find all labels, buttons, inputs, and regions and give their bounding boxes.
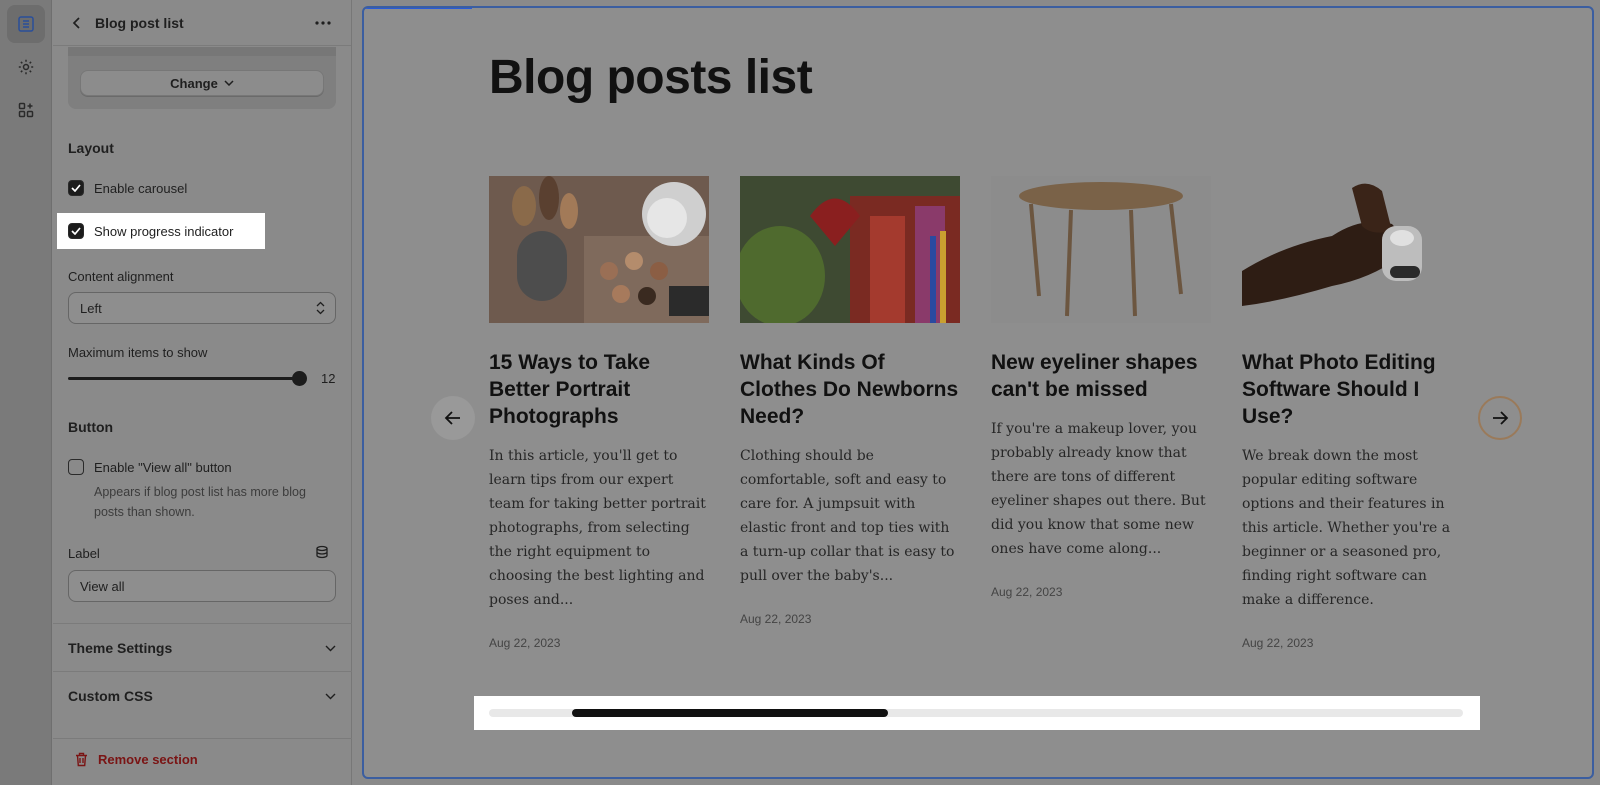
enable-carousel-label: Enable carousel <box>94 180 188 196</box>
change-button[interactable]: Change <box>80 70 324 96</box>
earbuds-hand-image[interactable] <box>1242 176 1462 323</box>
divider <box>53 738 352 739</box>
makeup-brushes-image[interactable] <box>489 176 709 323</box>
sections-icon[interactable] <box>7 5 45 43</box>
carousel-prev-button[interactable] <box>431 396 475 440</box>
content-alignment-value: Left <box>80 300 102 316</box>
wooden-table-image[interactable] <box>991 176 1211 323</box>
post-title[interactable]: New eyeliner shapes can't be missed <box>991 349 1211 403</box>
view-all-help-text: Appears if blog post list has more blog … <box>94 485 306 519</box>
max-items-label: Maximum items to show <box>68 345 208 360</box>
trash-icon <box>76 752 87 767</box>
dynamic-source-icon[interactable] <box>315 545 329 559</box>
apps-icon[interactable] <box>7 91 45 129</box>
progress-indicator <box>474 696 1480 730</box>
chevron-down-icon <box>325 645 336 651</box>
icon-rail <box>0 0 52 785</box>
post-excerpt: If you're a makeup lover, you probably a… <box>991 421 1206 557</box>
preview-tab-indicator <box>364 8 472 9</box>
custom-css-accordion[interactable]: Custom CSS <box>68 688 336 704</box>
page-title: Blog posts list <box>489 51 813 104</box>
content-alignment-label: Content alignment <box>68 269 174 284</box>
max-items-slider-track[interactable] <box>68 377 298 380</box>
arrow-left-icon <box>444 411 460 425</box>
arrow-right-icon <box>1493 411 1509 425</box>
chevron-down-icon <box>224 80 234 86</box>
settings-panel: Blog post list Change Layout Enable caro… <box>53 0 352 785</box>
post-title[interactable]: What Photo Editing Software Should I Use… <box>1242 349 1462 430</box>
post-title[interactable]: What Kinds Of Clothes Do Newborns Need? <box>740 349 960 430</box>
progress-track[interactable] <box>489 709 1463 717</box>
chevron-down-icon <box>325 693 336 699</box>
divider <box>53 671 352 672</box>
blog-card[interactable]: What Photo Editing Software Should I Use… <box>1242 176 1462 650</box>
enable-carousel-checkbox[interactable]: Enable carousel <box>68 180 187 196</box>
label-input[interactable]: View all <box>68 570 336 602</box>
label-input-value: View all <box>80 578 125 594</box>
preview-frame: Blog posts list 15 Ways to Take Better P… <box>362 6 1594 779</box>
panel-header: Blog post list <box>53 0 351 46</box>
content-alignment-select[interactable]: Left <box>68 292 336 324</box>
blog-card[interactable]: 15 Ways to Take Better Portrait Photogra… <box>489 176 709 650</box>
progress-fill[interactable] <box>571 709 889 717</box>
remove-section-label: Remove section <box>98 752 198 767</box>
divider <box>53 623 352 624</box>
max-items-slider-thumb[interactable] <box>292 371 307 386</box>
post-date: Aug 22, 2023 <box>991 585 1063 599</box>
button-heading: Button <box>68 419 114 435</box>
panel-title: Blog post list <box>95 14 184 31</box>
post-date: Aug 22, 2023 <box>1242 636 1314 650</box>
theme-settings-label: Theme Settings <box>68 640 173 656</box>
blog-card[interactable]: New eyeliner shapes can't be missed If y… <box>991 176 1211 599</box>
show-progress-checkbox[interactable]: Show progress indicator <box>68 223 233 239</box>
change-button-label: Change <box>170 75 218 91</box>
remove-section-button[interactable]: Remove section <box>75 752 198 767</box>
select-arrows-icon <box>316 301 325 315</box>
back-arrow-icon[interactable] <box>67 13 87 33</box>
layout-heading: Layout <box>68 140 114 156</box>
post-excerpt: We break down the most popular editing s… <box>1242 448 1451 608</box>
post-date: Aug 22, 2023 <box>489 636 561 650</box>
custom-css-label: Custom CSS <box>68 688 153 704</box>
checkbox-checked-icon[interactable] <box>68 223 84 239</box>
post-title[interactable]: 15 Ways to Take Better Portrait Photogra… <box>489 349 709 430</box>
theme-settings-accordion[interactable]: Theme Settings <box>68 640 336 656</box>
more-options-icon[interactable] <box>313 13 333 33</box>
max-items-value: 12 <box>321 371 336 386</box>
kimono-fan-image[interactable] <box>740 176 960 323</box>
checkbox-checked-icon[interactable] <box>68 180 84 196</box>
carousel-next-button[interactable] <box>1478 396 1522 440</box>
checkbox-unchecked-icon[interactable] <box>68 459 84 475</box>
view-all-label: Enable "View all" button <box>94 459 232 475</box>
post-excerpt: In this article, you'll get to learn tip… <box>489 448 706 608</box>
blog-card[interactable]: What Kinds Of Clothes Do Newborns Need? … <box>740 176 960 626</box>
label-field-label: Label <box>68 546 100 561</box>
blog-source-card: Change <box>68 47 336 109</box>
show-progress-label: Show progress indicator <box>94 223 234 239</box>
post-date: Aug 22, 2023 <box>740 612 812 626</box>
gear-icon[interactable] <box>7 48 45 86</box>
post-excerpt: Clothing should be comfortable, soft and… <box>740 448 955 584</box>
view-all-checkbox[interactable]: Enable "View all" button <box>68 459 232 475</box>
